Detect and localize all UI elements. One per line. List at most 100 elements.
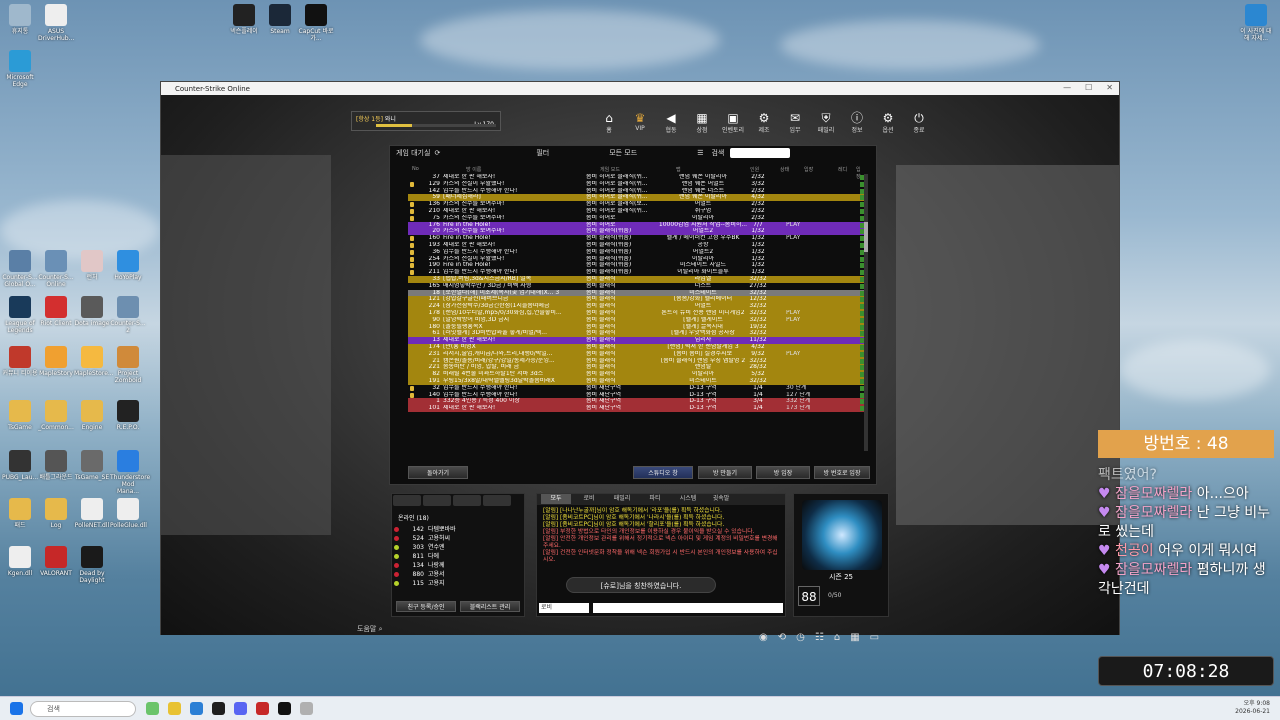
room-row[interactable]: 254 카스의 전설이 부활했다! 좀비 클래식(쉬움) 이탈리아 1/32 (408, 256, 868, 263)
column-header[interactable]: 인원 (750, 166, 759, 173)
desktop-icon[interactable]: TsGame (2, 400, 38, 431)
desktop-icon[interactable]: 휴지통 (2, 4, 38, 35)
taskbar-search[interactable]: 검색 (30, 701, 136, 717)
room-row[interactable]: 174 [만(흥 비명X 좀비 클래식 [랜덤] 럭셔 한 랜덤탈게임 3 4/32 (408, 343, 868, 351)
nav-crown[interactable]: ♛ VIP (627, 111, 653, 134)
app-icon[interactable] (146, 702, 159, 715)
room-row[interactable]: 140 임무를 반드시 수행해야 한다! 좀비 재난구역 D-13 구역 1/4 127 … (408, 392, 868, 399)
desktop-icon[interactable]: VALORANT (38, 546, 74, 577)
app-icon[interactable] (256, 702, 269, 715)
enter-room-button[interactable]: 방 입장 (756, 466, 810, 479)
desktop-icon[interactable]: Dota image (74, 296, 110, 327)
desktop-icon[interactable]: 런처 (74, 250, 110, 281)
chat-tab[interactable]: 로비 (574, 494, 604, 504)
room-row[interactable]: 178 [랜덤/10무티발,mp5/0/30화섬,섭,연솔좋비... 좀비 클래식 론… (408, 309, 868, 317)
room-row[interactable]: 160 Fire in the Hole! 좀비 클래식(쉬움) 헬게 / 메이러컨 … (408, 235, 868, 242)
chat-input[interactable] (593, 603, 783, 613)
friend-row[interactable]: 524 고용허씨 (392, 534, 524, 543)
column-header[interactable]: 레디 (838, 166, 847, 173)
room-row[interactable]: 75 카스의 진수를 보여주마! 좀비 히어로 이탈리아 2/32 (408, 215, 868, 222)
desktop-icon[interactable]: Counter-S... Online (38, 250, 74, 288)
room-row[interactable]: 165 매시멍넣박수만 / 3D금 / 비벡 사형 좀비 클래식 더스트 27/32 (408, 283, 868, 290)
desktop-icon[interactable]: League of Legends (2, 296, 38, 334)
column-header[interactable]: 상태 (780, 166, 789, 173)
room-row[interactable]: 36 임무를 반드시 수행해야 한다! 좀비 클래식(쉬움) 어벌트2 1/32 (408, 249, 868, 256)
desktop-icon[interactable]: Engine (74, 400, 110, 431)
family-tab[interactable] (423, 495, 451, 506)
desktop-icon[interactable]: _Common... (38, 400, 74, 431)
room-row[interactable]: 211 임무를 반드시 수행해야 한다! 좀비 클래식(쉬움) 이탈리아 화이트블루 1… (408, 269, 868, 276)
friends-tab[interactable] (393, 495, 421, 506)
desktop-icon[interactable]: Log (38, 498, 74, 529)
column-header[interactable]: 방 이름 (466, 166, 481, 173)
help-button[interactable]: 도움말 ⌕ (357, 624, 382, 634)
system-tray[interactable]: 오후 9:08 2026-06-21 (1235, 700, 1270, 716)
clock-icon[interactable]: ◷ (796, 632, 805, 643)
room-row[interactable]: 37 제대로 한 판 해보자! 좀비 히어로 클래식(쉬... 랜덤 웨폰 이탈리아 2… (408, 174, 868, 181)
party-tab[interactable] (453, 495, 481, 506)
minimize-icon[interactable]: — (1063, 83, 1071, 92)
chat-channel-select[interactable]: 로비 (539, 603, 589, 613)
room-row[interactable]: 176 Fire in the Hole! 좀비 히어로 10000감염 지원처 작업… (408, 221, 868, 229)
room-row[interactable]: 33 [랩탑,버림,3d&치즈금지/RB] 일목 좀비 클래식 라임엘 32/32 (408, 275, 868, 283)
enter-by-number-button[interactable]: 방 번호로 입장 (814, 466, 870, 479)
refresh-icon[interactable]: ⟳ (434, 149, 440, 157)
column-header[interactable]: 맵 (676, 166, 681, 173)
desktop-icon[interactable]: Project Zomboid (110, 346, 146, 384)
room-row[interactable]: 180 [놀룽힐팽흥목X 좀비 클래식 [헬게] 끌목시대 19/32 (408, 323, 868, 331)
room-row[interactable]: 20 카스의 진수를 보여주마! 좀비 클래식(쉬움) 어벌트2 1/32 (408, 228, 868, 236)
home-icon[interactable]: ⌂ (834, 632, 840, 643)
nexon-icon[interactable] (278, 702, 291, 715)
room-row[interactable]: 129 카스의 전설이 부활했다! 좀비 히어로 클래식(쉬... 랜덤 웨폰 어벌트… (408, 181, 868, 188)
room-row[interactable]: 190 Fire in the Hole! 좀비 클래식(쉬움) 미스테이트 자일드 1… (408, 262, 868, 269)
room-row[interactable]: 21 캠손원/놀용/비래/강구/강밀/통제가능/운잉... 좀비 클래식 [좀비 클래… (408, 357, 868, 365)
room-row[interactable]: 136 카스의 진수를 보여주마! 좀비 히어로 클래식(보... 어벌트 2/32 (408, 201, 868, 208)
app-icon[interactable] (212, 702, 225, 715)
chat-tab[interactable]: 패밀리 (607, 494, 637, 504)
desktop-icon[interactable]: 이 사진에 대해 자세... (1238, 4, 1274, 42)
chat-tab[interactable]: 모두 (541, 494, 571, 504)
desktop-icon[interactable]: PUBG_Lau... (2, 450, 38, 481)
nav-power[interactable]: ⏻ 종료 (906, 111, 932, 134)
list-icon[interactable]: ☰ (697, 149, 703, 157)
window-titlebar[interactable]: Counter-Strike Online — ☐ ✕ (161, 82, 1119, 95)
desktop-icon[interactable]: Steam (262, 4, 298, 35)
column-header[interactable]: 입장 (804, 166, 813, 173)
desktop-icon[interactable]: MapleStore... (74, 346, 114, 377)
ticket-icon[interactable]: ▭ (870, 632, 879, 643)
column-header[interactable]: No (412, 166, 419, 172)
desktop-icon[interactable]: MapleStory (38, 346, 74, 377)
room-row[interactable]: 121 [강밥갈구글신(패버브디금 좀비 클래식 [좀좀/강화] 헬리베이터 12/32 (408, 296, 868, 304)
room-row[interactable]: 224 [참가전참박수/3d금긴한점(1지늘좀떠메금 좀비 클래식 어벌트 32/32 (408, 303, 868, 310)
room-row[interactable]: 32 임무를 반드시 수행해야 한다! 좀비 재난구역 D-13 구역 1/4 30 단계 (408, 385, 868, 392)
event-icon[interactable]: ⟲ (778, 632, 786, 643)
nav-craft[interactable]: ⚙ 제조 (751, 111, 777, 134)
room-row[interactable]: 59 [패너제집해라] 좀비 히어로 클래식(쉬... 랜덤 웨폰 이탈리아 4/32 (408, 194, 868, 202)
friend-row[interactable]: 811 다에 (392, 552, 524, 561)
room-row[interactable]: 101 제대로 한 판 해보자! 좀비 재난구역 D-13 구역 1/4 173 단계 (408, 405, 868, 412)
desktop-icon[interactable]: 배틀그라운드 (38, 450, 74, 481)
room-row[interactable]: 1 332층 4인용 / 특성 400 이상 좀비 재난구역 D-13 구역 3/4 33… (408, 398, 868, 406)
desktop-icon[interactable]: Kgen.dll (2, 546, 38, 577)
friend-row[interactable]: 303 연수엔 (392, 543, 524, 552)
room-row[interactable]: 142 임무를 반드시 수행해야 한다! 좀비 히어로 클래식(쉬... 랜덤 웨폰 … (408, 188, 868, 195)
friend-row[interactable]: 142 다템뽀바바 (392, 525, 524, 534)
desktop-icon[interactable]: CapCut 바로가... (298, 4, 334, 42)
desktop-icon[interactable]: HoYoPlay (110, 250, 146, 281)
blacklist-button[interactable]: 블랙리스트 관리 (460, 601, 520, 612)
room-row[interactable]: 231 리저치,술업,캐미급/나와,트리,대행0/박일... 좀비 클래식 [좀비 좀… (408, 350, 868, 358)
desktop-icon[interactable]: Counter-S... Global O... (2, 250, 38, 288)
room-row[interactable]: 82 비래릴 4번출 미꽈트하탈1탄 서바 3d스 좀비 클래식 이탈리아 5/32 (408, 371, 868, 378)
desktop-icon[interactable]: PolleGlue.dll (110, 498, 147, 529)
room-row[interactable]: 61 [러잇헬게] 3D비번밥꽈울 좋게/비벌/텍... 좀비 클래식 [헬게] 우앗… (408, 330, 868, 338)
room-row[interactable]: 90 [발덩박방어 비명,3D 금지 좀비 클래식 [헬게] 헬게이트 32/32 PLA… (408, 316, 868, 324)
nav-family[interactable]: ⛨ 패밀리 (813, 111, 839, 134)
desktop-icon[interactable]: Riot Client (38, 296, 74, 327)
desktop-icon[interactable]: ASUS DriverHub... (38, 4, 74, 42)
desktop-icon[interactable]: PolleNET.dll (74, 498, 110, 529)
friend-row[interactable]: 880 고용서 (392, 570, 524, 579)
desktop-icon[interactable]: 넥슨플레이 (226, 4, 262, 35)
nav-megaphone[interactable]: ◀ 협동 (658, 111, 684, 134)
friend-row[interactable]: 134 나랑께 (392, 561, 524, 570)
desktop-icon[interactable]: Microsoft Edge (2, 50, 38, 88)
